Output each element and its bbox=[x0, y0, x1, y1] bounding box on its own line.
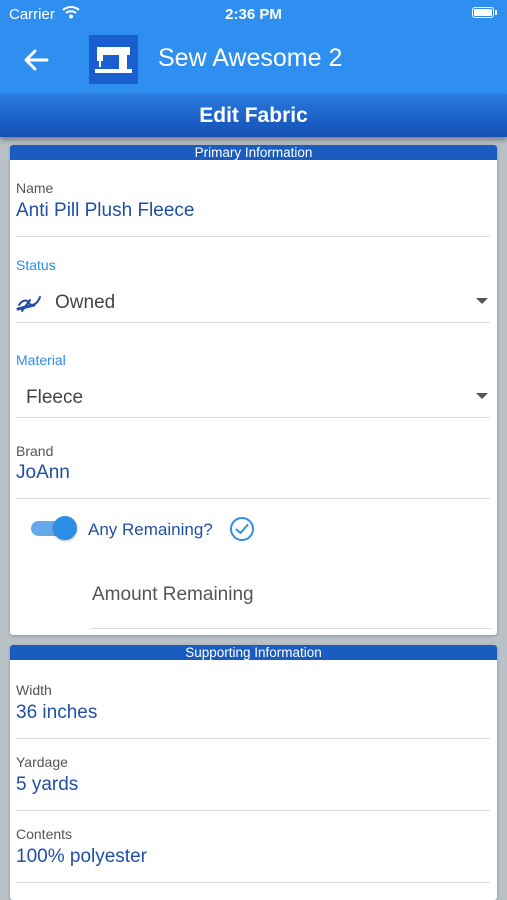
amount-remaining-input[interactable]: Amount Remaining bbox=[91, 570, 491, 630]
material-picker[interactable]: Fleece bbox=[16, 377, 490, 417]
sewing-machine-icon bbox=[95, 47, 132, 73]
yardage-value: 5 yards bbox=[16, 774, 79, 795]
name-underline bbox=[16, 236, 490, 237]
contents-underline bbox=[16, 882, 490, 883]
width-label: Width bbox=[16, 682, 52, 698]
battery-tip bbox=[495, 10, 497, 15]
width-value: 36 inches bbox=[16, 702, 98, 723]
material-underline bbox=[16, 417, 490, 418]
app-bar: Carrier 2:36 PM Sew Awesome 2 bbox=[0, 0, 507, 94]
brand-label: Brand bbox=[16, 443, 54, 459]
material-value: Fleece bbox=[26, 387, 84, 408]
brand-field[interactable]: Brand JoAnn bbox=[16, 443, 490, 499]
material-field: Material Fleece bbox=[16, 352, 490, 418]
material-dropdown-icon bbox=[476, 393, 488, 399]
status-dropdown-icon bbox=[476, 298, 488, 304]
status-field: Status Owned bbox=[16, 257, 490, 323]
check-circle-icon[interactable] bbox=[229, 516, 255, 542]
status-value: Owned bbox=[55, 292, 116, 313]
page-title: Edit Fabric bbox=[199, 104, 308, 127]
width-underline bbox=[16, 738, 490, 739]
status-time: 2:36 PM bbox=[225, 6, 282, 23]
status-bar: Carrier 2:36 PM bbox=[0, 0, 507, 30]
name-value: Anti Pill Plush Fleece bbox=[16, 200, 195, 221]
battery-icon bbox=[472, 7, 494, 18]
contents-label: Contents bbox=[16, 826, 73, 842]
name-label: Name bbox=[16, 180, 54, 196]
status-underline bbox=[16, 322, 490, 323]
remaining-toggle[interactable] bbox=[31, 516, 77, 540]
yardage-underline bbox=[16, 810, 490, 811]
remaining-toggle-knob bbox=[53, 516, 77, 540]
yardage-field[interactable]: Yardage 5 yards bbox=[16, 754, 490, 811]
sewing-needle-icon bbox=[16, 296, 41, 312]
remaining-label: Any Remaining? bbox=[88, 520, 213, 539]
status-label: Status bbox=[16, 257, 56, 273]
width-field[interactable]: Width 36 inches bbox=[16, 682, 490, 739]
supporting-information-card: Supporting Information Width 36 inches Y… bbox=[10, 645, 497, 900]
primary-information-card: Primary Information Name Anti Pill Plush… bbox=[10, 145, 497, 635]
material-label: Material bbox=[16, 352, 66, 368]
page-title-bar: Edit Fabric bbox=[0, 94, 507, 137]
brand-value: JoAnn bbox=[16, 462, 70, 483]
status-picker[interactable]: Owned bbox=[16, 282, 490, 322]
app-title: Sew Awesome 2 bbox=[158, 44, 343, 72]
brand-underline bbox=[16, 498, 490, 499]
name-field[interactable]: Name Anti Pill Plush Fleece bbox=[16, 180, 490, 237]
contents-value: 100% polyester bbox=[16, 846, 147, 867]
app-logo bbox=[89, 35, 138, 84]
back-arrow-icon[interactable] bbox=[22, 46, 50, 74]
amount-remaining-underline bbox=[91, 628, 491, 629]
supporting-information-header: Supporting Information bbox=[10, 645, 497, 660]
amount-remaining-placeholder: Amount Remaining bbox=[92, 584, 254, 605]
contents-field[interactable]: Contents 100% polyester bbox=[16, 826, 490, 883]
yardage-label: Yardage bbox=[16, 754, 68, 770]
primary-information-header: Primary Information bbox=[10, 145, 497, 160]
